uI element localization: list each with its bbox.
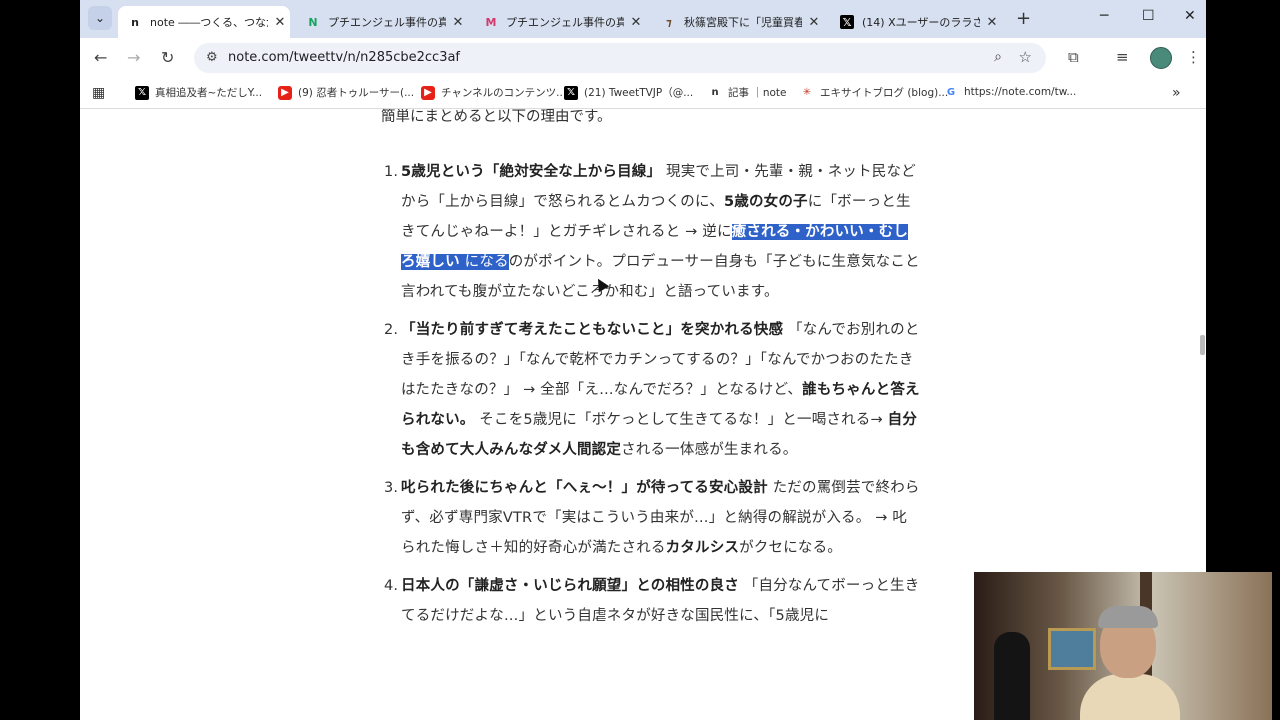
bookmark-star-icon[interactable]: ☆ [1019, 48, 1032, 66]
selected-plain: になる [459, 254, 509, 270]
tab-akishino[interactable]: ⁊ 秋篠宮殿下に「児童買春 ✕ [652, 6, 824, 38]
bookmark-item[interactable]: n 記事 ｜note [708, 85, 787, 100]
zoom-icon[interactable]: ⌕ [994, 49, 1002, 65]
bookmark-item[interactable]: ▶ チャンネルのコンテンツ... [421, 85, 566, 100]
tab-title: note ――つくる、つながる [150, 16, 268, 29]
note-favicon-icon: n [711, 87, 719, 98]
point-heading: 5歳児という「絶対安全な上から目線」 [401, 164, 662, 180]
webcam-person-hair [1098, 606, 1158, 628]
reload-icon[interactable]: ↻ [161, 48, 174, 67]
menu-kebab-icon[interactable]: ⋮ [1186, 48, 1201, 66]
extensions-puzzle-icon[interactable]: ⧉ [1068, 48, 1079, 66]
minimize-icon[interactable]: ─ [1100, 8, 1108, 24]
media-controls-icon[interactable]: ≡ [1116, 48, 1129, 66]
reason-list: 1. 5歳児という「絶対安全な上から目線」 現実で上司・先輩・親・ネット民などか… [380, 157, 920, 639]
list-item: 1. 5歳児という「絶対安全な上から目線」 現実で上司・先輩・親・ネット民などか… [380, 157, 920, 307]
list-number: 3. [384, 480, 399, 496]
x-favicon-icon: 𝕏 [840, 15, 854, 29]
point-heading: 日本人の「謙虚さ・いじられ願望」との相性の良さ [401, 578, 739, 594]
toolbar: ← → ↻ ⚙ note.com/tweettv/n/n285cbe2cc3af… [80, 38, 1206, 78]
site-settings-icon[interactable]: ⚙ [206, 50, 218, 65]
bookmark-label: チャンネルのコンテンツ... [441, 87, 567, 99]
point-text: がクセになる。 [739, 540, 843, 556]
tab-note[interactable]: n note ――つくる、つながる ✕ [118, 6, 290, 38]
bookmark-item[interactable]: G https://note.com/tw... [944, 85, 1076, 99]
bookmark-item[interactable]: 𝕏 (21) TweetTVJP（@... [564, 85, 693, 100]
tab-strip: ⌄ n note ――つくる、つながる ✕ N プチエンジェル事件の真相 ✕ M… [80, 0, 1206, 38]
close-window-icon[interactable]: ✕ [1184, 8, 1196, 24]
forward-arrow-icon[interactable]: → [127, 48, 140, 67]
point-text: そこを5歳児に「ボケっとして生きてるな！」と一喝される→ [474, 412, 888, 428]
list-number: 4. [384, 578, 399, 594]
list-number: 1. [384, 164, 399, 180]
maximize-icon[interactable]: ☐ [1142, 8, 1155, 24]
bookmark-label: (21) TweetTVJP（@... [584, 87, 694, 99]
microphone-icon [994, 632, 1030, 720]
more-bookmarks-chevron-icon[interactable]: » [1172, 85, 1181, 101]
m-favicon-icon: M [485, 15, 497, 29]
note-favicon-icon: n [131, 15, 139, 29]
bookmark-label: 記事 ｜note [728, 87, 787, 99]
bookmark-item[interactable]: ▶ (9) 忍者トゥルーサー(... [278, 85, 414, 100]
tab-search-chevron-icon[interactable]: ⌄ [88, 6, 112, 30]
intro-text: 簡単にまとめると以下の理由です。 [381, 109, 612, 125]
list-item: 2. 「当たり前すぎて考えたこともないこと」を突かれる快感 「なんでお別れのとき… [380, 315, 920, 465]
tab-title: プチエンジェル事件の真相 [506, 16, 624, 29]
scrollbar-thumb[interactable] [1200, 335, 1205, 355]
google-favicon-icon: G [946, 86, 956, 98]
tab-petit-angel-2[interactable]: M プチエンジェル事件の真相 ✕ [474, 6, 646, 38]
bookmark-item[interactable]: 𝕏 真相追及者~ただしY... [135, 85, 262, 100]
bookmark-label: エキサイトブログ (blog)... [820, 87, 949, 99]
close-tab-icon[interactable]: ✕ [450, 15, 466, 30]
close-tab-icon[interactable]: ✕ [628, 15, 644, 30]
tab-x-user[interactable]: 𝕏 (14) Xユーザーのララさん ✕ [830, 6, 1002, 38]
bookmark-item[interactable]: ✳ エキサイトブログ (blog)... [800, 85, 948, 100]
point-text: される一体感が生まれる。 [621, 442, 798, 458]
bookmark-favicon-icon: ⁊ [666, 15, 672, 29]
tab-title: (14) Xユーザーのララさん [862, 16, 980, 29]
tab-title: プチエンジェル事件の真相 [328, 16, 446, 29]
new-tab-icon[interactable]: + [1016, 8, 1031, 29]
tab-title: 秋篠宮殿下に「児童買春 [684, 16, 802, 29]
point-bold: 5歳の女の子 [723, 194, 808, 210]
back-arrow-icon[interactable]: ← [94, 48, 107, 67]
webcam-overlay [974, 572, 1272, 720]
list-item: 4. 日本人の「謙虚さ・いじられ願望」との相性の良さ 「自分なんてボーっと生きて… [380, 571, 920, 631]
green-n-favicon-icon: N [308, 15, 318, 29]
youtube-favicon-icon: ▶ [278, 85, 292, 100]
close-tab-icon[interactable]: ✕ [272, 15, 288, 30]
close-tab-icon[interactable]: ✕ [806, 15, 822, 30]
point-bold: カタルシス [665, 540, 740, 556]
address-bar[interactable]: ⚙ note.com/tweettv/n/n285cbe2cc3af ⌕ ☆ [194, 43, 1046, 73]
bookmarks-bar: ▦ 𝕏 真相追及者~ただしY... ▶ (9) 忍者トゥルーサー(... ▶ チ… [80, 78, 1206, 109]
bookmark-label: https://note.com/tw... [964, 86, 1077, 98]
bookmark-label: (9) 忍者トゥルーサー(... [298, 87, 415, 99]
webcam-painting [1048, 628, 1096, 670]
bookmark-label: 真相追及者~ただしY... [155, 87, 263, 99]
url-text[interactable]: note.com/tweettv/n/n285cbe2cc3af [228, 50, 460, 65]
point-heading: 叱られた後にちゃんと「へぇ～！」が待ってる安心設計 [401, 480, 768, 496]
youtube-favicon-icon: ▶ [421, 85, 435, 100]
excite-favicon-icon: ✳ [802, 87, 812, 98]
list-item: 3. 叱られた後にちゃんと「へぇ～！」が待ってる安心設計 ただの罵倒芸で終わらず… [380, 473, 920, 563]
point-heading: 「当たり前すぎて考えたこともないこと」を突かれる快感 [401, 322, 784, 338]
apps-grid-icon[interactable]: ▦ [92, 85, 105, 101]
list-number: 2. [384, 322, 399, 338]
tab-petit-angel-1[interactable]: N プチエンジェル事件の真相 ✕ [296, 6, 468, 38]
close-tab-icon[interactable]: ✕ [984, 15, 1000, 30]
x-favicon-icon: 𝕏 [135, 85, 149, 100]
profile-avatar-icon[interactable] [1150, 47, 1172, 69]
x-favicon-icon: 𝕏 [564, 85, 578, 100]
